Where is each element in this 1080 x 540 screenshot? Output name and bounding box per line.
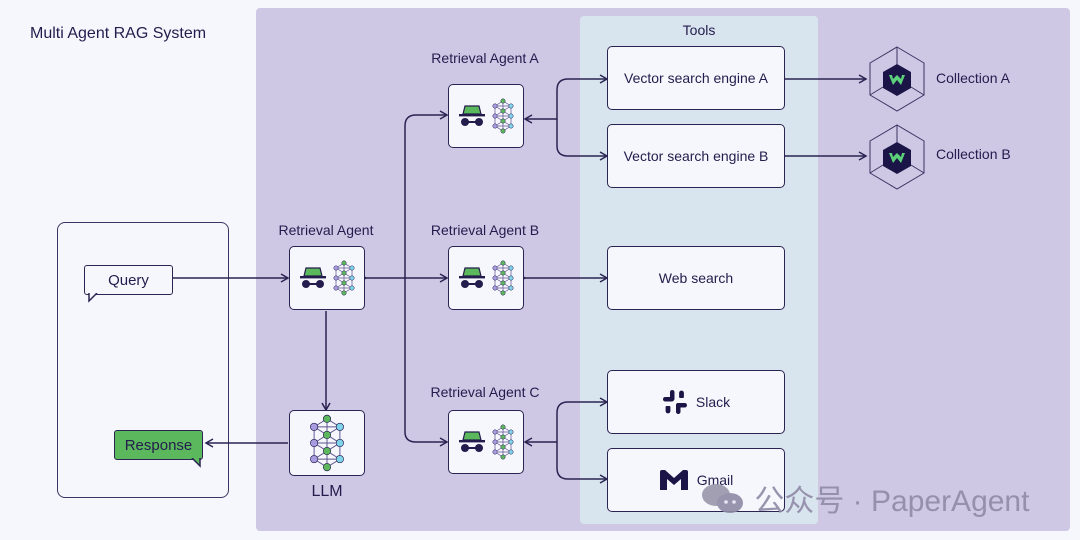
edge-to-agent-c [404, 278, 449, 447]
weaviate-cube-icon [869, 124, 925, 190]
agent-main-node[interactable] [289, 246, 365, 310]
collection-a-label: Collection A [936, 70, 1010, 86]
query-label: Query [108, 271, 149, 289]
response-bubble-tail [191, 458, 201, 468]
tool-label: Web search [658, 270, 734, 286]
neural-network-icon [492, 98, 514, 134]
neural-network-icon [492, 424, 514, 460]
llm-node[interactable] [289, 410, 365, 476]
tool-label: Vector search engine B [623, 148, 769, 164]
tool-label: Vector search engine A [624, 70, 768, 86]
spy-agent-icon [459, 105, 485, 126]
agent-c-label: Retrieval Agent C [430, 384, 540, 400]
agent-c-node[interactable] [448, 410, 524, 474]
wechat-icon [700, 482, 746, 524]
agent-b-label: Retrieval Agent B [430, 222, 540, 238]
neural-network-icon [492, 260, 514, 296]
agent-a-node[interactable] [448, 84, 524, 148]
agent-b-node[interactable] [448, 246, 524, 310]
gmail-icon [659, 470, 688, 490]
llm-label: LLM [311, 483, 343, 500]
agent-a-label: Retrieval Agent A [431, 50, 539, 66]
slack-icon [662, 390, 687, 414]
query-bubble-tail [88, 293, 98, 303]
edge-to-agent-a [404, 110, 449, 278]
spy-agent-icon [459, 267, 485, 288]
weaviate-cube-icon [869, 46, 925, 112]
collection-b-label: Collection B [936, 146, 1011, 162]
tool-label: Slack [695, 394, 731, 410]
query-bubble: Query [84, 265, 173, 295]
watermark-text: 公众号 · PaperAgent [754, 485, 1030, 518]
tool-vector-search-b[interactable]: Vector search engine B [607, 124, 785, 188]
spy-agent-icon [459, 431, 485, 452]
response-label: Response [124, 436, 193, 454]
spy-agent-icon [300, 267, 326, 288]
agent-main-label: Retrieval Agent [278, 222, 374, 238]
tool-slack[interactable]: Slack [607, 370, 785, 434]
watermark: 公众号 · PaperAgent [700, 476, 1029, 524]
tool-vector-search-a[interactable]: Vector search engine A [607, 46, 785, 110]
tool-web-search[interactable]: Web search [607, 246, 785, 310]
response-bubble: Response [114, 430, 203, 460]
neural-network-icon [310, 414, 344, 472]
neural-network-icon [333, 260, 355, 296]
